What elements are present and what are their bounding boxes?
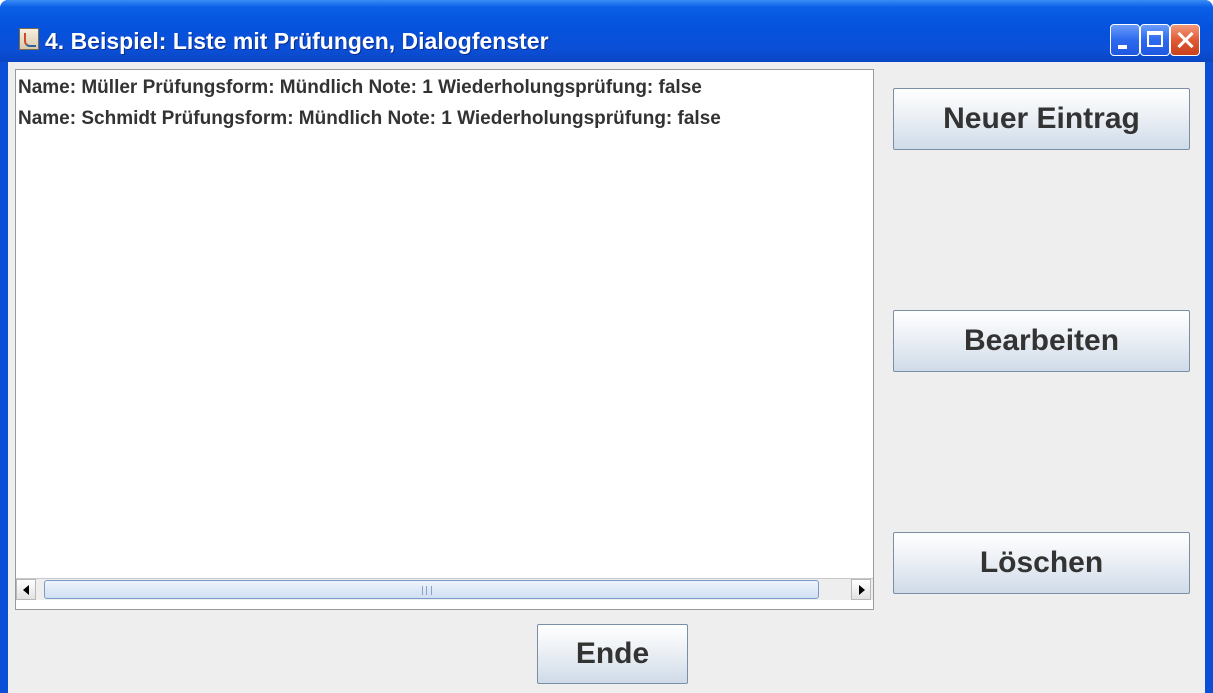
edit-button[interactable]: Bearbeiten xyxy=(893,310,1190,372)
java-icon[interactable] xyxy=(19,28,39,50)
scroll-right-button[interactable] xyxy=(851,579,871,600)
delete-button[interactable]: Löschen xyxy=(893,532,1190,594)
application-window: 4. Beispiel: Liste mit Prüfungen, Dialog… xyxy=(0,0,1213,693)
grip-icon xyxy=(422,586,432,595)
minimize-button[interactable] xyxy=(1110,24,1140,56)
scroll-left-button[interactable] xyxy=(16,579,36,600)
close-button[interactable] xyxy=(1170,24,1200,56)
end-button[interactable]: Ende xyxy=(537,624,688,684)
content-panel: Name: Müller Prüfungsform: Mündlich Note… xyxy=(8,62,1205,693)
horizontal-scrollbar[interactable] xyxy=(16,578,873,600)
exam-list[interactable]: Name: Müller Prüfungsform: Mündlich Note… xyxy=(15,69,874,610)
new-entry-button[interactable]: Neuer Eintrag xyxy=(893,88,1190,150)
window-title: 4. Beispiel: Liste mit Prüfungen, Dialog… xyxy=(45,28,549,54)
title-bar[interactable]: 4. Beispiel: Liste mit Prüfungen, Dialog… xyxy=(0,0,1213,62)
list-item[interactable]: Name: Schmidt Prüfungsform: Mündlich Not… xyxy=(18,106,721,132)
list-item[interactable]: Name: Müller Prüfungsform: Mündlich Note… xyxy=(18,75,702,101)
maximize-button[interactable] xyxy=(1140,24,1170,56)
scrollbar-thumb[interactable] xyxy=(44,580,819,599)
